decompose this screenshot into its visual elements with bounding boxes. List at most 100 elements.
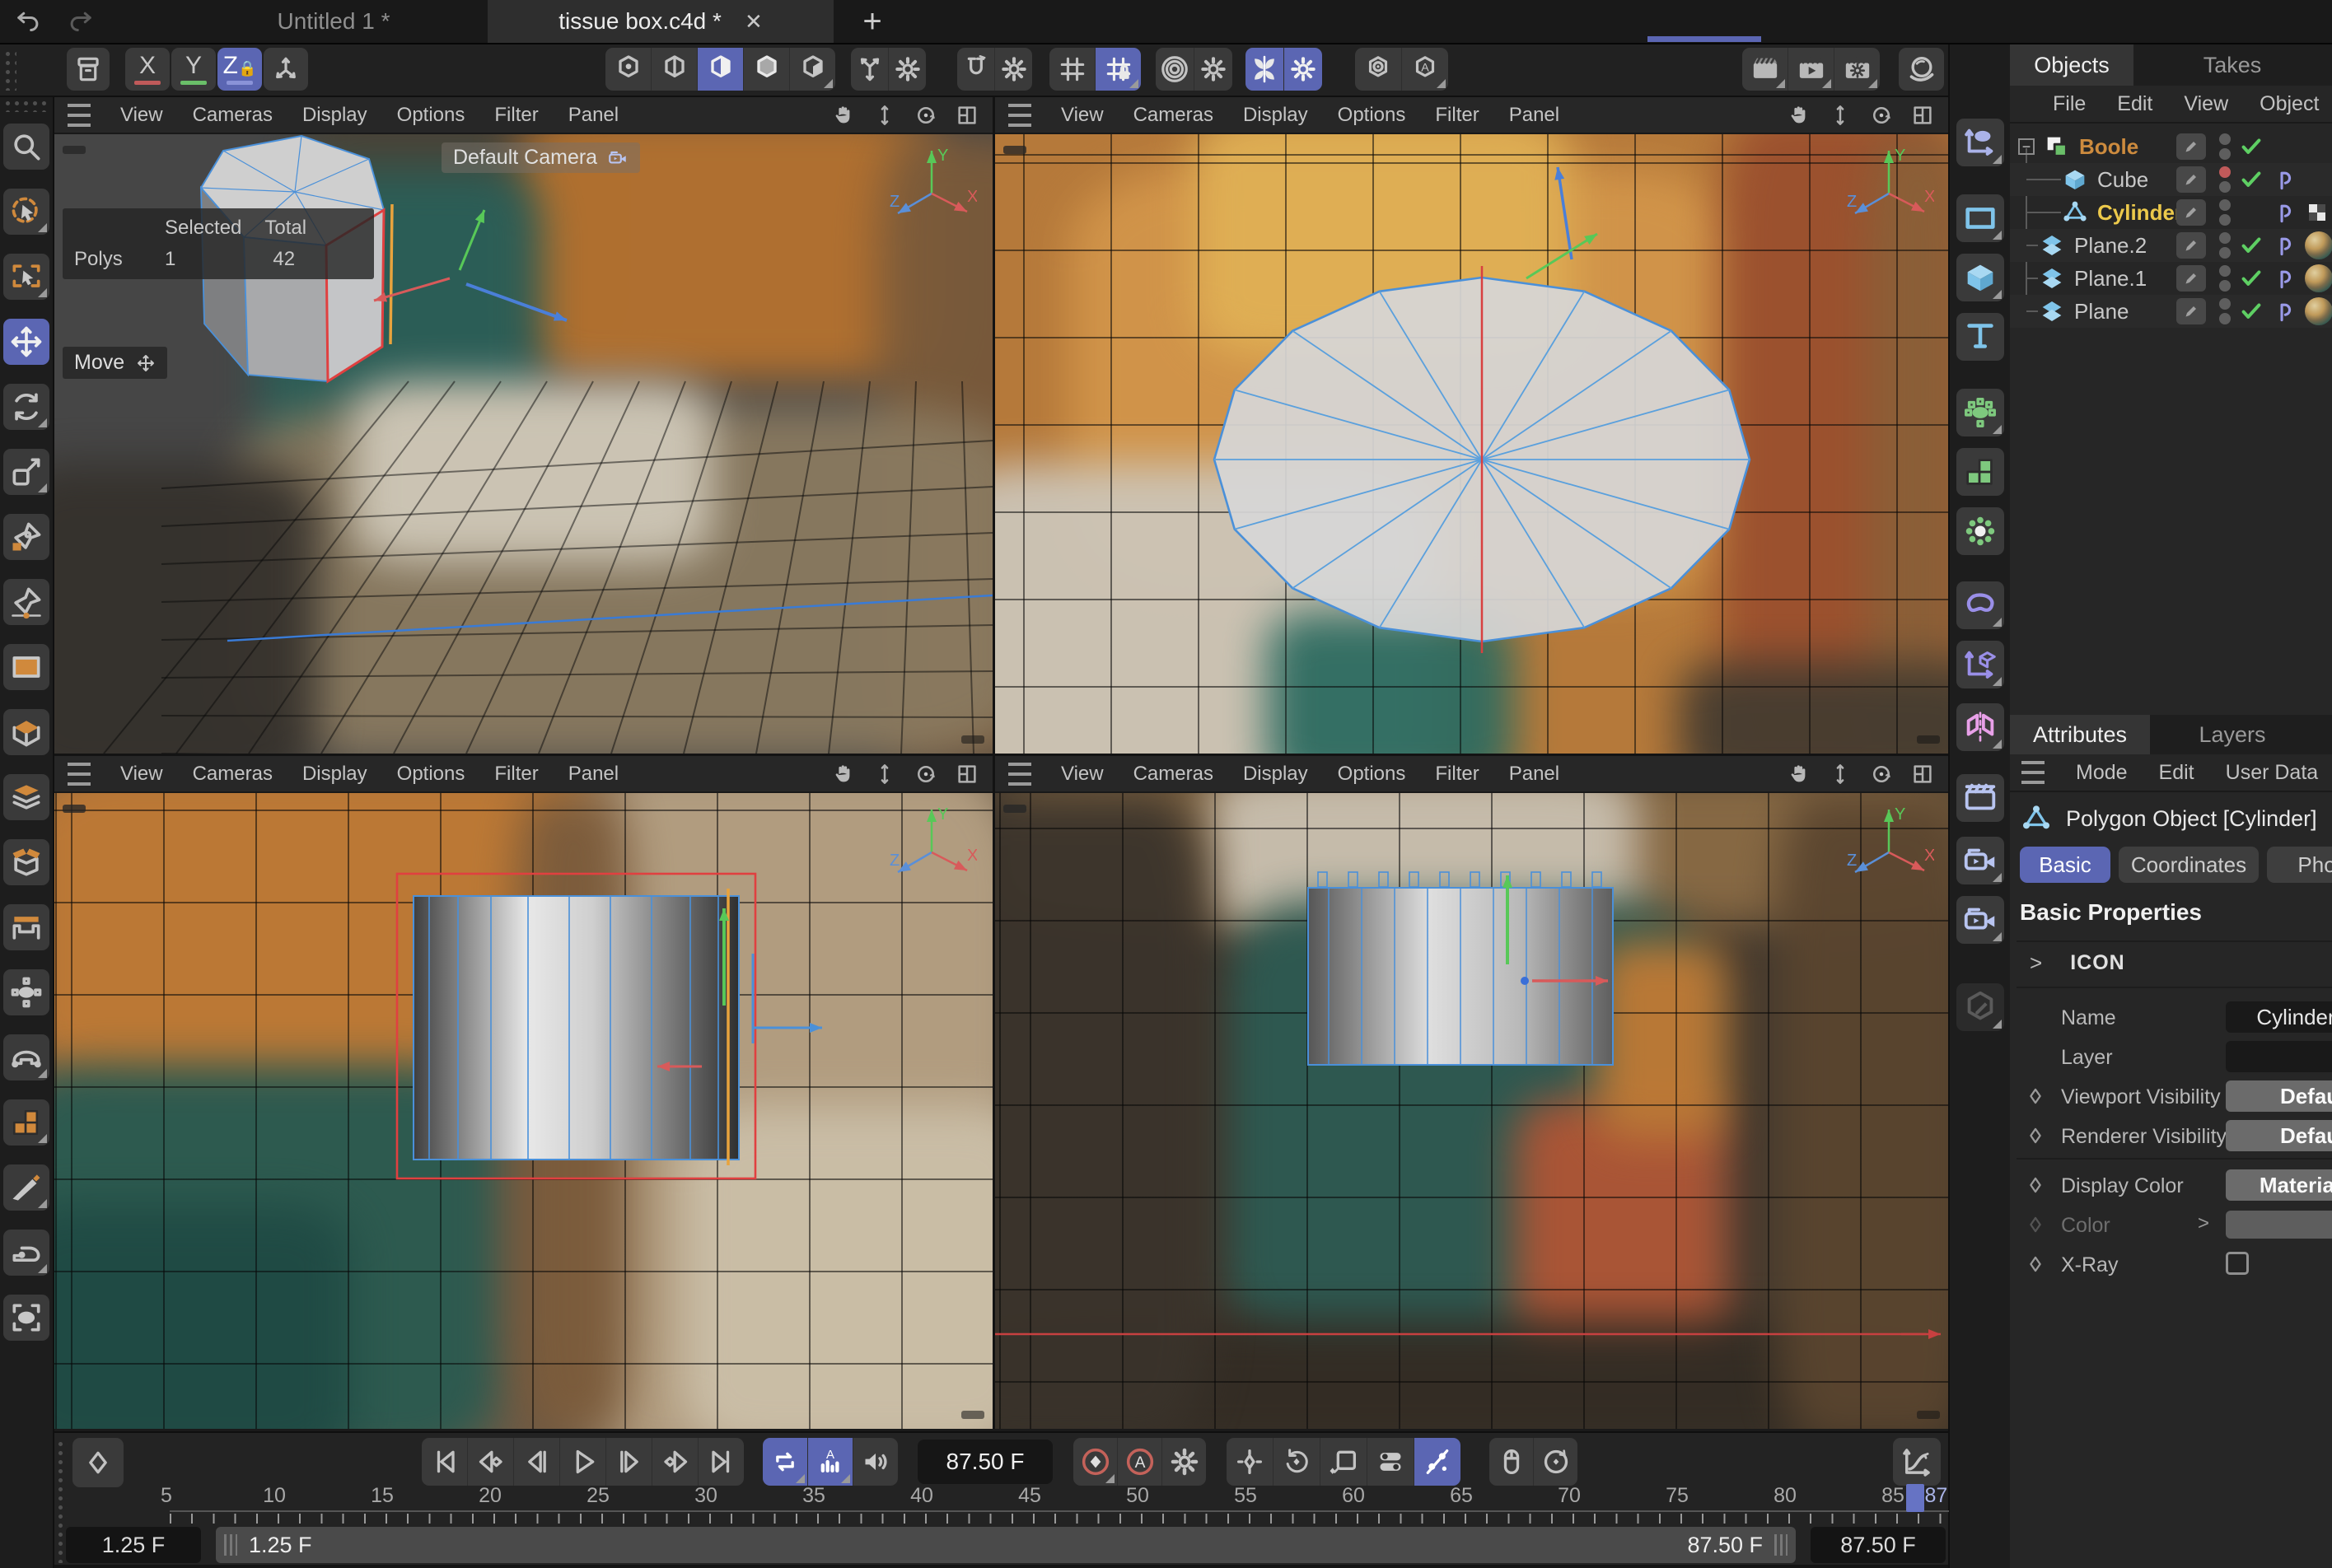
top-menu-panel[interactable]: Panel — [1509, 104, 1559, 127]
material-tag-thumbnail[interactable] — [2305, 297, 2332, 325]
tab-layers[interactable]: Layers — [2175, 715, 2290, 754]
attributes-menu-edit[interactable]: Edit — [2159, 761, 2194, 785]
pan-icon[interactable] — [1787, 103, 1811, 128]
pan-icon[interactable] — [831, 103, 856, 128]
symmetry-tool-button[interactable] — [1245, 48, 1284, 91]
object-name[interactable]: Cylinder — [2097, 200, 2183, 226]
viewport-right[interactable]: YZX — [54, 793, 993, 1429]
extrude-tool-button[interactable] — [3, 839, 49, 885]
bake-tool-button[interactable] — [3, 1295, 49, 1341]
keying-settings-button[interactable] — [1162, 1438, 1206, 1486]
key-scale-button[interactable] — [1320, 1438, 1367, 1486]
field-tool-button[interactable] — [3, 969, 49, 1015]
object-row-cylinder[interactable]: Cylinder — [2010, 196, 2332, 229]
edit-toggle-button[interactable] — [2176, 298, 2206, 324]
object-row-plane.2[interactable]: Plane.2 — [2010, 229, 2332, 262]
playhead-marker[interactable] — [1906, 1484, 1924, 1512]
object-row-plane.1[interactable]: Plane.1 — [2010, 262, 2332, 295]
document-tab-inactive[interactable]: Untitled 1 * — [198, 0, 470, 43]
visibility-dot-render[interactable] — [2219, 181, 2231, 193]
knife-tool-button[interactable] — [3, 1164, 49, 1211]
gear-button[interactable] — [889, 48, 926, 91]
enabled-check-icon[interactable] — [2239, 167, 2264, 192]
motion-clip-button[interactable] — [1956, 774, 2004, 822]
document-tab-active[interactable]: tissue box.c4d *✕ — [488, 0, 834, 43]
orbit-icon[interactable] — [914, 762, 938, 786]
move-tool-button[interactable] — [3, 319, 49, 365]
front-menu-options[interactable]: Options — [1338, 763, 1406, 786]
render-view-button[interactable] — [1742, 48, 1788, 91]
front-menu-display[interactable]: Display — [1243, 763, 1308, 786]
render-picture-viewer-button[interactable] — [1788, 48, 1834, 91]
auto-axis-button[interactable]: A — [1402, 48, 1448, 91]
keyframe-dot-icon[interactable] — [2023, 1252, 2048, 1276]
workplane-button[interactable] — [851, 48, 889, 91]
perspective-menu-panel[interactable]: Panel — [568, 104, 619, 127]
magic-ball-button[interactable] — [1899, 48, 1944, 91]
top-menu-options[interactable]: Options — [1338, 104, 1406, 127]
close-tab-icon[interactable]: ✕ — [745, 9, 763, 35]
previous-key-button[interactable] — [468, 1438, 514, 1486]
attributes-menu-user-data[interactable]: User Data — [2226, 761, 2319, 785]
quantize-lock-button[interactable] — [1096, 48, 1141, 91]
visibility-dot-viewport[interactable] — [2219, 298, 2231, 310]
go-to-end-button[interactable] — [699, 1438, 744, 1486]
pan-icon[interactable] — [1787, 762, 1811, 786]
phong-tag-icon[interactable] — [2272, 264, 2300, 292]
section-tab-coordinates[interactable]: Coordinates — [2119, 847, 2259, 883]
icon-group-row[interactable]: >ICON — [2030, 950, 2125, 976]
snap-button[interactable] — [957, 48, 995, 91]
toolbar-drag-handle[interactable] — [3, 49, 16, 91]
enabled-check-icon[interactable] — [2239, 134, 2264, 159]
render-settings-button[interactable] — [1834, 48, 1880, 91]
material-tag-thumbnail[interactable] — [2305, 264, 2332, 292]
undo-button[interactable] — [13, 7, 43, 36]
perspective-menu-options[interactable]: Options — [397, 104, 465, 127]
object-name[interactable]: Cube — [2097, 167, 2148, 193]
timeline-end-field[interactable]: 87.50 F — [1811, 1527, 1946, 1563]
sound-button[interactable] — [853, 1438, 898, 1486]
spline-pen-tool-button[interactable] — [3, 579, 49, 625]
visibility-dot-render[interactable] — [2219, 148, 2231, 160]
range-grip-left[interactable] — [224, 1534, 237, 1556]
tab-attributes[interactable]: Attributes — [2010, 715, 2150, 754]
edit-toggle-button[interactable] — [2176, 199, 2206, 226]
toggle-layout-icon[interactable] — [955, 103, 979, 128]
record-keyframe-button[interactable] — [1073, 1438, 1118, 1486]
right-menu-options[interactable]: Options — [397, 763, 465, 786]
dolly-icon[interactable] — [872, 762, 897, 786]
camera-button[interactable] — [1956, 837, 2004, 884]
automatic-keyframing-button[interactable]: A — [1118, 1438, 1162, 1486]
plane-cut-tool-button[interactable] — [3, 1230, 49, 1276]
expand-arrow-icon[interactable]: > — [2198, 1212, 2209, 1235]
live-selection-tool-button[interactable] — [3, 189, 49, 235]
attributes-menu-mode[interactable]: Mode — [2076, 761, 2128, 785]
texture-tag-icon[interactable] — [2305, 200, 2330, 225]
perspective-menu-filter[interactable]: Filter — [494, 104, 538, 127]
phong-tag-icon[interactable] — [2272, 166, 2300, 194]
chevron-right-icon[interactable]: > — [2030, 950, 2042, 976]
attributes-panel-menu-icon[interactable] — [2021, 761, 2045, 784]
right-menu-cameras[interactable]: Cameras — [193, 763, 273, 786]
material-tag-thumbnail[interactable] — [2305, 231, 2332, 259]
panel-menu-icon[interactable] — [1008, 763, 1031, 786]
perspective-menu-cameras[interactable]: Cameras — [193, 104, 273, 127]
enabled-check-icon[interactable] — [2239, 266, 2264, 291]
phong-tag-icon[interactable] — [2272, 198, 2300, 226]
subdivision-surface-tool-button[interactable] — [3, 774, 49, 820]
enabled-check-icon[interactable] — [2239, 299, 2264, 324]
top-menu-cameras[interactable]: Cameras — [1133, 104, 1213, 127]
object-row-plane[interactable]: Plane — [2010, 295, 2332, 328]
object-row-boole[interactable]: −Boole — [2010, 130, 2332, 163]
previous-frame-button[interactable] — [514, 1438, 560, 1486]
visibility-dot-viewport[interactable] — [2219, 133, 2231, 145]
camera-crane-button[interactable] — [1956, 896, 2004, 944]
tab-objects[interactable]: Objects — [2010, 44, 2133, 86]
bevel-tool-button[interactable] — [3, 709, 49, 755]
toggle-layout-icon[interactable] — [955, 762, 979, 786]
dolly-icon[interactable] — [1828, 103, 1853, 128]
symmetry-button[interactable] — [1956, 703, 2004, 751]
visibility-dot-viewport[interactable] — [2219, 199, 2231, 211]
arch-tool-button[interactable] — [3, 904, 49, 950]
next-frame-button[interactable] — [606, 1438, 652, 1486]
